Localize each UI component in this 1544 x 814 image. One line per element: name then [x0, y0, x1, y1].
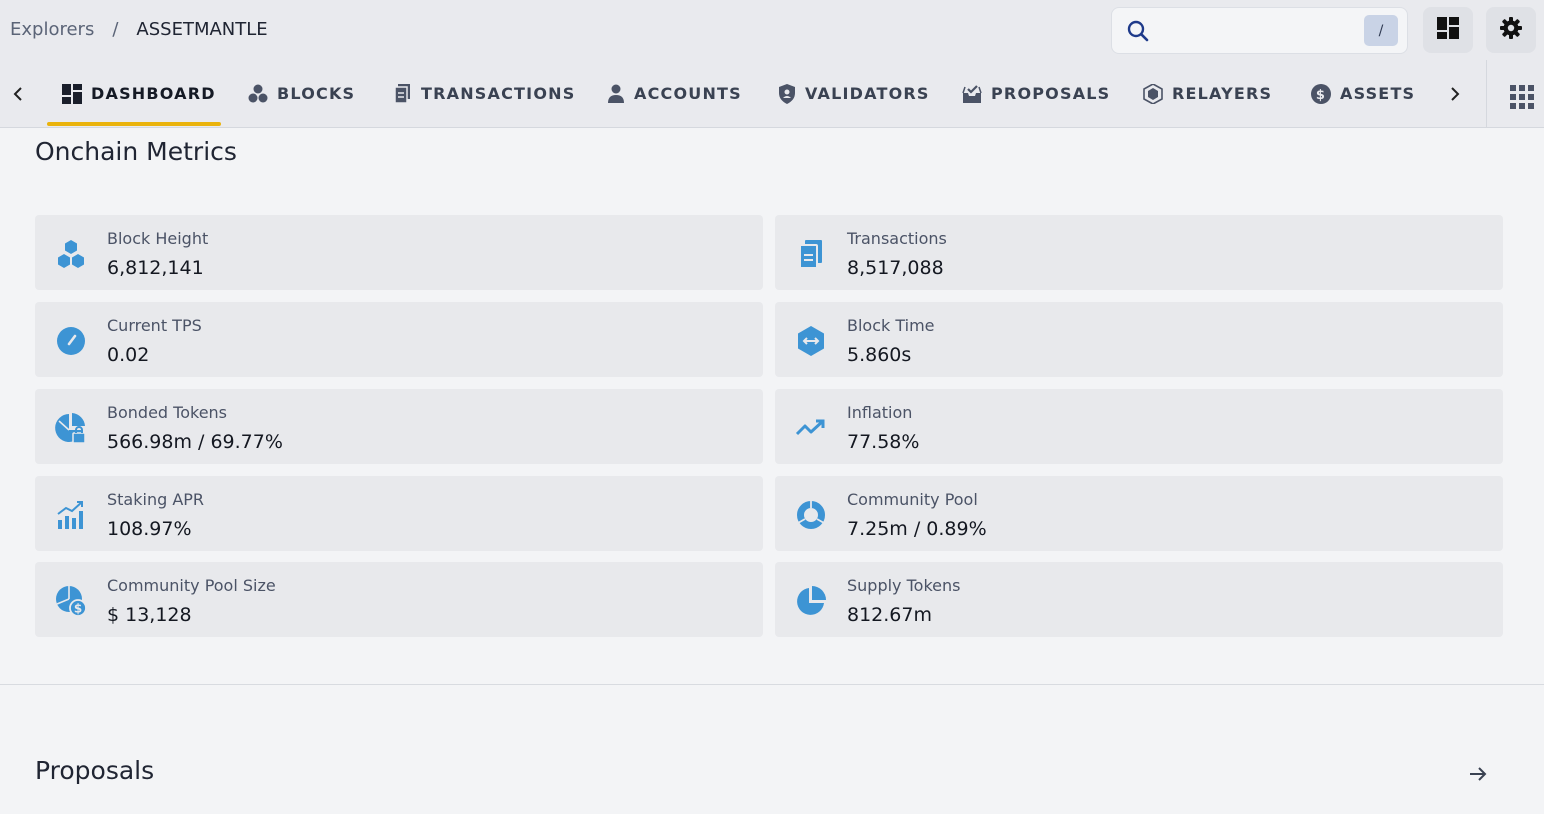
chevron-left-icon — [13, 87, 22, 101]
tab-blocks-label: BLOCKS — [277, 84, 356, 103]
apps-grid-button[interactable] — [1510, 85, 1534, 113]
tab-accounts-label: ACCOUNTS — [634, 84, 742, 103]
chevron-right-icon — [1451, 87, 1460, 101]
hexagon-arrows-icon — [794, 324, 828, 358]
document-icon — [394, 83, 410, 104]
speedometer-icon — [54, 324, 88, 358]
tab-relayers-label: RELAYERS — [1172, 84, 1273, 103]
metric-card-current-tps: Current TPS 0.02 — [35, 302, 763, 377]
gear-icon — [1499, 16, 1523, 44]
dollar-icon: $ — [1311, 83, 1331, 104]
dashboard-icon — [62, 83, 82, 104]
metric-label: Inflation — [847, 403, 913, 422]
metric-card-bonded-tokens: Bonded Tokens 566.98m / 69.77% — [35, 389, 763, 464]
metric-label: Block Height — [107, 229, 209, 248]
user-icon — [608, 84, 624, 103]
active-tab-indicator — [47, 122, 221, 126]
svg-text:$: $ — [1316, 88, 1326, 103]
document-icon — [794, 237, 828, 271]
svg-text:$: $ — [74, 602, 82, 616]
arrow-right-icon — [1470, 767, 1487, 781]
search-box[interactable]: / — [1111, 7, 1408, 54]
tabs-divider — [1486, 60, 1487, 127]
cubes-icon — [54, 237, 88, 271]
hexagon-icon — [1143, 83, 1163, 104]
metric-value: 108.97% — [107, 518, 192, 540]
breadcrumb-current: ASSETMANTLE — [136, 19, 268, 40]
section-divider — [0, 684, 1544, 685]
tab-relayers[interactable]: RELAYERS — [1143, 60, 1272, 127]
metric-value: 5.860s — [847, 344, 912, 366]
inbox-icon — [962, 84, 982, 103]
donut-icon — [794, 498, 828, 532]
pie-lock-icon — [54, 411, 88, 445]
metric-label: Community Pool Size — [107, 576, 276, 595]
metric-card-staking-apr: Staking APR 108.97% — [35, 476, 763, 551]
tab-transactions[interactable]: TRANSACTIONS — [394, 60, 575, 127]
metrics-title: Onchain Metrics — [35, 137, 237, 166]
metric-card-transactions: Transactions 8,517,088 — [775, 215, 1503, 290]
breadcrumb: Explorers / ASSETMANTLE — [10, 19, 268, 40]
tab-proposals-label: PROPOSALS — [991, 84, 1111, 103]
metric-value: 812.67m — [847, 604, 932, 626]
metric-value: 7.25m / 0.89% — [847, 518, 987, 540]
metric-value: 77.58% — [847, 431, 920, 453]
tab-transactions-label: TRANSACTIONS — [421, 84, 576, 103]
trending-up-icon — [794, 411, 828, 445]
tab-proposals[interactable]: PROPOSALS — [962, 60, 1110, 127]
tab-assets[interactable]: $ ASSETS — [1311, 60, 1415, 127]
metric-card-block-time: Block Time 5.860s — [775, 302, 1503, 377]
metric-value: 0.02 — [107, 344, 150, 366]
apps-grid-icon — [1510, 85, 1534, 109]
metric-value: $ 13,128 — [107, 604, 192, 626]
settings-button[interactable] — [1486, 7, 1536, 53]
tab-dashboard[interactable]: DASHBOARD — [62, 60, 216, 127]
search-shortcut-key: / — [1364, 15, 1398, 46]
layout-toggle-button[interactable] — [1423, 7, 1473, 53]
metric-card-block-height: Block Height 6,812,141 — [35, 215, 763, 290]
pie-chart-icon — [794, 584, 828, 618]
tab-validators[interactable]: VALIDATORS — [778, 60, 930, 127]
dashboard-layout-icon — [1436, 16, 1460, 44]
metric-card-community-pool: Community Pool 7.25m / 0.89% — [775, 476, 1503, 551]
tab-blocks[interactable]: BLOCKS — [248, 60, 355, 127]
top-bar: Explorers / ASSETMANTLE / — [0, 0, 1544, 60]
metric-label: Transactions — [847, 229, 947, 248]
breadcrumb-separator: / — [112, 19, 119, 40]
tab-dashboard-label: DASHBOARD — [91, 84, 216, 103]
shield-icon — [779, 83, 795, 104]
metric-label: Block Time — [847, 316, 935, 335]
tab-assets-label: ASSETS — [1340, 84, 1416, 103]
proposals-view-all-button[interactable] — [1466, 762, 1490, 790]
metric-value: 566.98m / 69.77% — [107, 431, 283, 453]
metric-label: Community Pool — [847, 490, 978, 509]
chart-growth-icon — [54, 498, 88, 532]
breadcrumb-explorers-link[interactable]: Explorers — [10, 19, 94, 40]
proposals-title: Proposals — [35, 756, 155, 785]
metric-label: Bonded Tokens — [107, 403, 228, 422]
metric-card-supply-tokens: Supply Tokens 812.67m — [775, 562, 1503, 637]
metric-value: 8,517,088 — [847, 257, 944, 279]
tab-accounts[interactable]: ACCOUNTS — [607, 60, 742, 127]
search-icon — [1126, 19, 1150, 47]
metric-label: Staking APR — [107, 490, 205, 509]
blocks-icon — [248, 84, 268, 102]
metric-label: Current TPS — [107, 316, 202, 335]
pie-dollar-icon: $ — [54, 584, 88, 618]
metric-card-inflation: Inflation 77.58% — [775, 389, 1503, 464]
metric-card-community-pool-size: $ Community Pool Size $ 13,128 — [35, 562, 763, 637]
metric-label: Supply Tokens — [847, 576, 961, 595]
metric-value: 6,812,141 — [107, 257, 204, 279]
nav-tabs: DASHBOARD BLOCKS TRANSACTIONS ACCOUNTS V… — [0, 60, 1544, 128]
tabs-scroll-right-button[interactable] — [1443, 82, 1467, 106]
tabs-scroll-left-button[interactable] — [6, 82, 30, 106]
tab-validators-label: VALIDATORS — [805, 84, 930, 103]
